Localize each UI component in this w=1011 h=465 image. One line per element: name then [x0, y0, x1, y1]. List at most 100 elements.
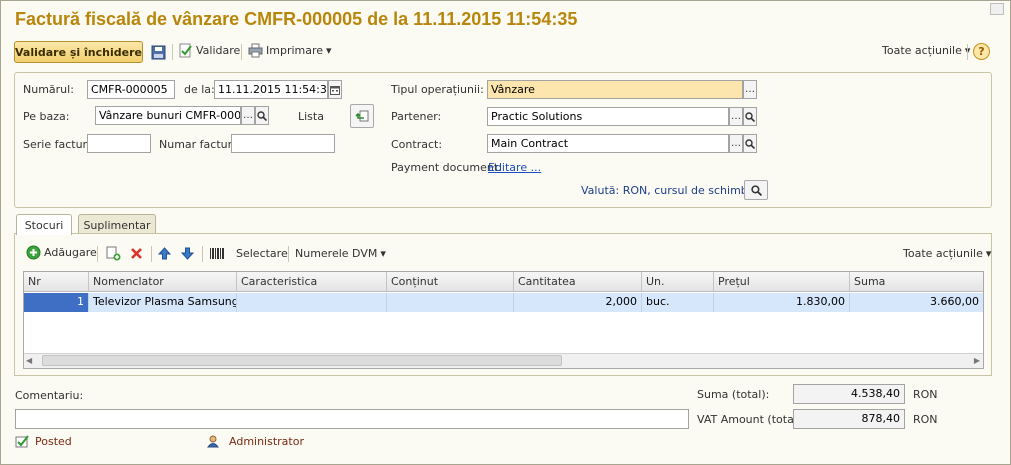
column-header-nomenclator[interactable]: Nomenclator	[89, 272, 237, 292]
search-icon[interactable]	[743, 134, 757, 153]
toolbar-separator	[97, 246, 98, 262]
series-field[interactable]	[87, 134, 151, 153]
posted-icon	[15, 435, 29, 448]
printer-icon	[248, 43, 263, 58]
posted-status: Posted	[15, 435, 72, 448]
column-header-caracteristica[interactable]: Caracteristica	[237, 272, 387, 292]
column-header-cantitatea[interactable]: Cantitatea	[514, 272, 642, 292]
status-label: Posted	[35, 435, 72, 448]
table-row-cell-price[interactable]: 1.830,00	[714, 293, 850, 312]
number-label: Numărul:	[23, 83, 74, 96]
column-header-continut[interactable]: Conținut	[387, 272, 514, 292]
items-table[interactable]: Nr Nomenclator Caracteristica Conținut C…	[23, 271, 984, 369]
validate-label: Validare	[196, 44, 241, 57]
add-row-button[interactable]: Adăugare	[26, 245, 97, 260]
search-icon[interactable]	[255, 106, 269, 125]
select-ellipsis-button[interactable]: …	[743, 80, 757, 99]
currency-info[interactable]: Valută: RON, cursul de schimb 1	[581, 184, 758, 197]
page-title: Factură fiscală de vânzare CMFR-000005 d…	[15, 9, 578, 29]
select-ellipsis-button[interactable]: …	[241, 106, 255, 125]
contract-field[interactable]: Main Contract	[487, 134, 729, 153]
copy-row-icon[interactable]	[104, 245, 122, 261]
move-down-icon[interactable]	[179, 245, 195, 261]
payment-document-label: Payment document:	[391, 161, 502, 174]
vat-numbers-label: Numerele DVM	[295, 247, 378, 260]
all-actions-menu[interactable]: Toate acțiunile ▾	[882, 44, 970, 57]
fill-icon	[354, 110, 368, 121]
partner-label: Partener:	[391, 110, 442, 123]
table-row-cell-nr[interactable]: 1	[24, 293, 89, 312]
search-icon[interactable]	[743, 107, 757, 126]
operation-type-label: Tipul operațiunii:	[391, 83, 484, 96]
chevron-down-icon: ▾	[985, 247, 992, 260]
scroll-right-icon[interactable]: ▶	[974, 356, 980, 365]
base-label: Pe baza:	[23, 110, 70, 123]
payment-document-link[interactable]: Editare ...	[488, 161, 541, 174]
table-row-cell-quantity[interactable]: 2,000	[514, 293, 642, 312]
select-button[interactable]: Selectare	[236, 247, 288, 260]
scroll-left-icon[interactable]: ◀	[26, 356, 32, 365]
table-row-cell-unit[interactable]: buc.	[642, 293, 714, 312]
print-label: Imprimare	[266, 44, 324, 57]
calendar-icon[interactable]	[328, 80, 342, 99]
vat-field: 878,40	[793, 409, 905, 429]
all-actions-label: Toate acțiunile	[882, 44, 962, 57]
author-info: Administrator	[207, 435, 304, 448]
table-row-cell-content[interactable]	[387, 293, 514, 312]
number-field[interactable]: CMFR-000005	[87, 80, 175, 99]
validate-button[interactable]: Validare	[178, 43, 240, 58]
toolbar-separator	[151, 246, 152, 262]
column-header-nr[interactable]: Nr	[24, 272, 89, 292]
invoice-number-field[interactable]	[231, 134, 335, 153]
search-icon	[750, 184, 762, 196]
vat-label: VAT Amount (total):	[697, 413, 805, 426]
add-label: Adăugare	[44, 246, 97, 259]
chevron-down-icon: ▾	[380, 247, 386, 260]
comment-label: Comentariu:	[15, 389, 84, 402]
grid-all-actions-menu[interactable]: Toate acțiunile ▾	[903, 247, 991, 260]
help-icon[interactable]: ?	[973, 43, 990, 60]
grid-all-actions-label: Toate acțiunile	[903, 247, 983, 260]
toolbar-separator	[172, 44, 173, 60]
list-label: Lista	[298, 110, 324, 123]
fill-from-base-button[interactable]	[350, 104, 374, 128]
total-field: 4.538,40	[793, 384, 905, 404]
scrollbar-thumb[interactable]	[42, 355, 562, 366]
barcode-icon[interactable]	[208, 245, 226, 261]
tab-stocuri[interactable]: Stocuri	[16, 214, 72, 235]
column-header-suma[interactable]: Suma	[850, 272, 983, 292]
column-header-unit[interactable]: Un.	[642, 272, 714, 292]
column-header-pretul[interactable]: Prețul	[714, 272, 850, 292]
tab-suplimentar[interactable]: Suplimentar	[78, 214, 156, 235]
user-icon	[207, 435, 219, 448]
table-row-cell-sum[interactable]: 3.660,00	[850, 293, 983, 312]
save-icon[interactable]	[149, 43, 167, 61]
date-label: de la:	[184, 83, 215, 96]
select-ellipsis-button[interactable]: …	[729, 107, 743, 126]
vat-currency: RON	[913, 413, 938, 426]
window-control-icon[interactable]	[990, 3, 1004, 15]
horizontal-scrollbar[interactable]: ◀ ▶	[24, 353, 983, 368]
toolbar-separator	[967, 44, 968, 60]
vat-numbers-menu[interactable]: Numerele DVM ▾	[295, 247, 386, 260]
table-row-cell-characteristic[interactable]	[237, 293, 387, 312]
date-field[interactable]: 11.11.2015 11:54:35	[214, 80, 328, 99]
toolbar-separator	[202, 246, 203, 262]
currency-search-button[interactable]	[744, 180, 768, 200]
table-row-cell-item[interactable]: Televizor Plasma Samsung ...	[89, 293, 237, 312]
chevron-down-icon: ▾	[326, 44, 332, 57]
select-ellipsis-button[interactable]: …	[729, 134, 743, 153]
toolbar-separator	[288, 246, 289, 262]
total-currency: RON	[913, 388, 938, 401]
comment-field[interactable]	[15, 409, 689, 429]
operation-type-field[interactable]: Vânzare	[487, 80, 743, 99]
move-up-icon[interactable]	[156, 245, 172, 261]
toolbar-separator	[241, 44, 242, 60]
validate-icon	[179, 43, 192, 58]
delete-row-icon[interactable]	[127, 245, 145, 261]
partner-field[interactable]: Practic Solutions	[487, 107, 729, 126]
add-icon	[26, 245, 41, 260]
validate-close-button[interactable]: Validare și închidere	[14, 41, 143, 63]
print-menu-button[interactable]: Imprimare ▾	[248, 43, 332, 58]
base-field[interactable]: Vânzare bunuri CMFR-000019	[95, 106, 241, 125]
